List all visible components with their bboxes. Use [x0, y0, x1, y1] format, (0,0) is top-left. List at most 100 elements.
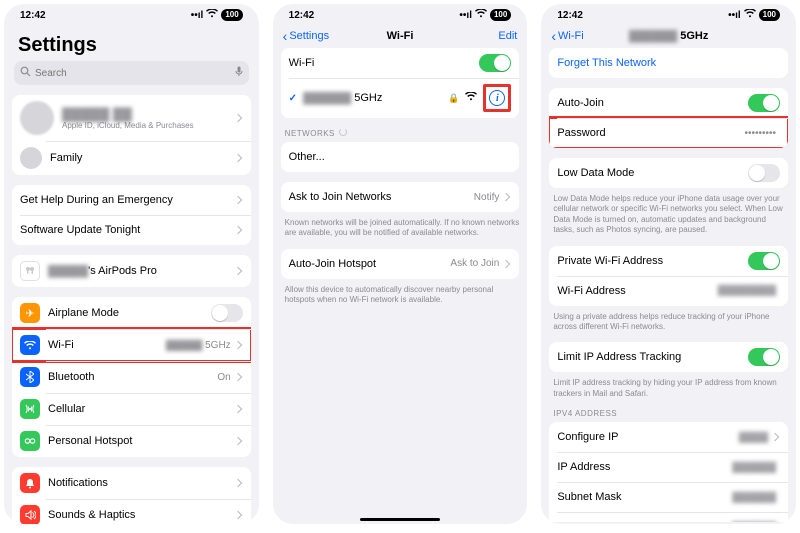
nav-title: Wi-Fi	[387, 30, 414, 42]
search-field[interactable]	[14, 61, 249, 85]
sounds-row[interactable]: Sounds & Haptics	[12, 499, 251, 524]
row-label: IP Address	[557, 461, 732, 473]
chevron-right-icon	[233, 226, 241, 234]
spinner-icon	[339, 128, 347, 136]
row-value: ▓▓▓▓▓▓	[732, 462, 776, 473]
low-data-footer: Low Data Mode helps reduce your iPhone d…	[553, 194, 788, 236]
row-label: Other...	[289, 151, 512, 163]
emergency-help-row[interactable]: Get Help During an Emergency	[12, 185, 251, 215]
profile-sub: Apple ID, iCloud, Media & Purchases	[62, 121, 235, 130]
info-callout: i	[483, 84, 511, 112]
connected-network-row[interactable]: ✓ ▓▓▓▓▓▓ 5GHz 🔒 i	[281, 78, 520, 118]
airplane-icon: ✈	[20, 303, 40, 323]
phone-wifi-detail: 12:42 ••ıl 100 ‹ Wi-Fi ▓▓▓▓▓▓ 5GHz Forge…	[541, 4, 796, 524]
avatar	[20, 101, 54, 135]
ip-address-row: IP Address ▓▓▓▓▓▓	[549, 452, 788, 482]
ask-to-join-row[interactable]: Ask to Join Networks Notify	[281, 182, 520, 212]
apple-id-row[interactable]: ▓▓▓▓▓ ▓▓ Apple ID, iCloud, Media & Purch…	[12, 95, 251, 141]
hotspot-icon	[20, 431, 40, 451]
sounds-icon	[20, 505, 40, 524]
row-label: Wi-Fi	[289, 57, 480, 69]
ssid-label: ▓▓▓▓▓▓ 5GHz	[303, 92, 448, 104]
row-label: Configure IP	[557, 431, 739, 443]
mic-icon[interactable]	[235, 66, 243, 80]
row-value: Notify	[474, 192, 500, 203]
auto-join-toggle[interactable]	[748, 94, 780, 112]
row-label: Wi-Fi	[48, 339, 166, 351]
forget-network-row[interactable]: Forget This Network	[549, 48, 788, 78]
subnet-row: Subnet Mask ▓▓▓▓▓▓	[549, 482, 788, 512]
info-icon[interactable]: i	[489, 90, 505, 106]
chevron-right-icon	[233, 479, 241, 487]
chevron-right-icon	[233, 114, 241, 122]
airpods-icon	[20, 261, 40, 281]
phone-wifi-list: 12:42 ••ıl 100 ‹ Settings Wi-Fi Edit Wi-…	[273, 4, 528, 524]
software-update-row[interactable]: Software Update Tonight	[12, 215, 251, 245]
row-label: ▓▓▓▓▓'s AirPods Pro	[48, 265, 235, 277]
airplane-toggle[interactable]	[211, 304, 243, 322]
row-label: Sounds & Haptics	[48, 509, 235, 521]
other-network-row[interactable]: Other...	[281, 142, 520, 172]
private-address-toggle[interactable]	[748, 252, 780, 270]
back-button[interactable]: ‹ Settings	[283, 30, 329, 42]
cellular-icon	[20, 399, 40, 419]
back-button[interactable]: ‹ Wi-Fi	[551, 30, 583, 42]
status-bar: 12:42 ••ıl 100	[541, 4, 796, 26]
hotspot-row[interactable]: Personal Hotspot	[12, 425, 251, 457]
row-label: Notifications	[48, 477, 235, 489]
row-value: ▓▓▓▓	[739, 432, 768, 443]
row-value: ▓▓▓▓▓▓	[732, 492, 776, 503]
row-label: Wi-Fi Address	[557, 285, 717, 297]
chevron-right-icon	[233, 373, 241, 381]
bluetooth-row[interactable]: Bluetooth On	[12, 361, 251, 393]
clock: 12:42	[289, 10, 315, 21]
password-row[interactable]: Password •••••••••	[549, 118, 788, 148]
low-data-row: Low Data Mode	[549, 158, 788, 188]
search-input[interactable]	[35, 68, 231, 79]
auto-join-hotspot-row[interactable]: Auto-Join Hotspot Ask to Join	[281, 249, 520, 279]
status-icons: ••ıl 100	[728, 9, 780, 21]
cellular-row[interactable]: Cellular	[12, 393, 251, 425]
row-label: Get Help During an Emergency	[20, 194, 235, 206]
airpods-row[interactable]: ▓▓▓▓▓'s AirPods Pro	[12, 255, 251, 287]
airplane-mode-row[interactable]: ✈ Airplane Mode	[12, 297, 251, 329]
nav-bar: ‹ Wi-Fi ▓▓▓▓▓▓ 5GHz	[541, 26, 796, 48]
signal-icon: ••ıl	[459, 10, 472, 21]
phone-settings: 12:42 ••ıl 100 Settings	[4, 4, 259, 524]
family-row[interactable]: Family	[12, 141, 251, 175]
private-address-row: Private Wi-Fi Address	[549, 246, 788, 276]
chevron-right-icon	[502, 260, 510, 268]
row-label: Ask to Join Networks	[289, 191, 474, 203]
wifi-icon	[206, 9, 218, 21]
row-label: Auto-Join Hotspot	[289, 258, 451, 270]
check-icon: ✓	[289, 93, 297, 104]
auto-join-row: Auto-Join	[549, 88, 788, 118]
row-label: Auto-Join	[557, 97, 748, 109]
chevron-right-icon	[233, 267, 241, 275]
battery-icon: 100	[490, 9, 511, 21]
row-label: Personal Hotspot	[48, 435, 235, 447]
clock: 12:42	[20, 10, 46, 21]
family-icon	[20, 147, 42, 169]
bluetooth-icon	[20, 367, 40, 387]
row-label: Subnet Mask	[557, 491, 732, 503]
edit-button[interactable]: Edit	[498, 30, 517, 42]
profile-name: ▓▓▓▓▓ ▓▓	[62, 106, 235, 121]
row-value: On	[217, 372, 230, 383]
chevron-right-icon	[502, 193, 510, 201]
row-label: Router	[557, 521, 732, 522]
auto-hotspot-footer: Allow this device to automatically disco…	[285, 285, 520, 306]
configure-ip-row[interactable]: Configure IP ▓▓▓▓	[549, 422, 788, 452]
row-value: ▓▓▓▓▓ 5GHz	[166, 340, 231, 351]
clock: 12:42	[557, 10, 583, 21]
notifications-row[interactable]: Notifications	[12, 467, 251, 499]
ask-to-join-footer: Known networks will be joined automatica…	[285, 218, 520, 239]
wifi-strength-icon	[465, 92, 477, 104]
wifi-icon	[744, 9, 756, 21]
limit-tracking-toggle[interactable]	[748, 348, 780, 366]
wifi-toggle[interactable]	[479, 54, 511, 72]
wifi-row[interactable]: Wi-Fi ▓▓▓▓▓ 5GHz	[12, 329, 251, 361]
low-data-toggle[interactable]	[748, 164, 780, 182]
battery-icon: 100	[759, 9, 780, 21]
section-networks: NETWORKS	[285, 128, 516, 138]
